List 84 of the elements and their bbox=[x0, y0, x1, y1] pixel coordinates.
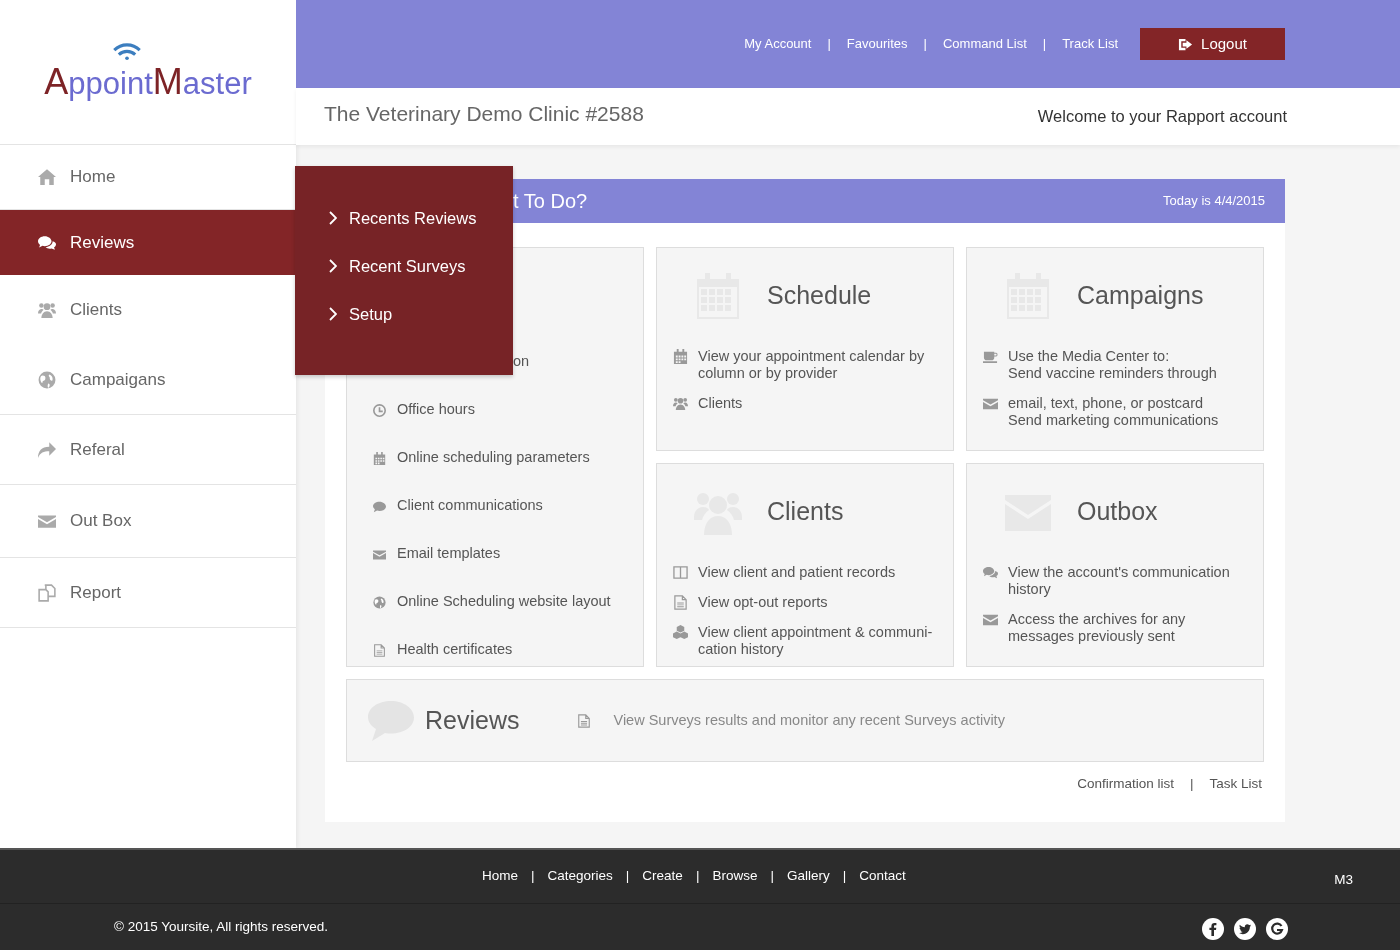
option-link[interactable]: Client communications bbox=[397, 495, 543, 517]
home-icon bbox=[38, 168, 56, 186]
speech-bubbles-icon bbox=[983, 565, 998, 580]
card-title: Schedule bbox=[767, 280, 872, 312]
text-link[interactable]: Task List bbox=[1209, 774, 1262, 795]
flyout-item[interactable]: Recent Surveys bbox=[295, 242, 513, 290]
google-icon[interactable] bbox=[1266, 916, 1288, 938]
globe-icon bbox=[373, 595, 386, 609]
card-title: Reviews bbox=[425, 704, 520, 736]
columns-icon bbox=[673, 565, 688, 580]
separator: | bbox=[923, 35, 927, 54]
sidebar-item[interactable]: Report bbox=[0, 558, 296, 628]
globe-icon bbox=[38, 370, 56, 389]
footer-link[interactable]: Categories bbox=[547, 866, 613, 887]
panel-title: t To Do? bbox=[513, 189, 588, 214]
date-text: Today is 4/4/2015 bbox=[1163, 192, 1265, 211]
copyright-text: © 2015 Yoursite, All rights reserved. bbox=[114, 917, 329, 936]
calendar-icon bbox=[673, 349, 688, 364]
separator: | bbox=[625, 867, 630, 886]
footer-link[interactable]: Contact bbox=[859, 866, 906, 887]
twitter-bird-icon[interactable] bbox=[1234, 916, 1256, 938]
card-item[interactable]: View client and patient records bbox=[698, 564, 896, 581]
option-link[interactable]: Health certificates bbox=[397, 639, 513, 661]
separator: | bbox=[842, 867, 847, 886]
clinic-title: The Veterinary Demo Clinic #2588 bbox=[324, 100, 644, 127]
speech-bubble-icon bbox=[373, 499, 386, 513]
card-title: Campaigns bbox=[1077, 280, 1204, 312]
envelope-icon bbox=[983, 612, 998, 627]
card-item[interactable]: View the account's communication history bbox=[1008, 564, 1251, 598]
card-item[interactable]: email, text, phone, or postcard Send marketing communications bbox=[1008, 395, 1219, 429]
card-item[interactable]: Access the archives for any messages previously sent bbox=[1008, 611, 1251, 645]
envelope-icon bbox=[38, 512, 56, 530]
separator: | bbox=[531, 867, 535, 886]
card-item[interactable]: Use the Media Center to: Send vaccine reminders through bbox=[1008, 348, 1217, 382]
footer-link[interactable]: Gallery bbox=[786, 866, 830, 887]
facebook-icon[interactable] bbox=[1202, 916, 1224, 938]
welcome-text: Welcome to your Rapport account bbox=[1037, 106, 1287, 128]
envelope-icon bbox=[983, 396, 998, 411]
chevron-icon bbox=[329, 307, 337, 321]
option-link[interactable]: Email templates bbox=[397, 543, 501, 565]
flyout-item[interactable]: Recents Reviews bbox=[295, 194, 513, 242]
version-label: M3 bbox=[1334, 871, 1353, 889]
card-item[interactable]: View opt-out reports bbox=[698, 594, 828, 611]
people-icon bbox=[38, 301, 56, 319]
document-icon bbox=[673, 595, 688, 610]
envelope-icon bbox=[373, 547, 386, 561]
sidebar-item[interactable]: Clients bbox=[0, 275, 296, 345]
cubes-icon bbox=[673, 625, 688, 640]
logout-button[interactable]: Logout bbox=[1140, 28, 1285, 60]
option-link[interactable]: Online Scheduling website layout bbox=[397, 591, 611, 613]
chevron-icon bbox=[329, 211, 337, 225]
calendar-icon bbox=[373, 451, 386, 465]
separator: | bbox=[1042, 35, 1047, 54]
logo: AppointMaster bbox=[44, 41, 252, 103]
separator: | bbox=[695, 867, 700, 886]
separator: | bbox=[827, 35, 831, 54]
option-link[interactable]: on bbox=[513, 351, 530, 373]
document-icon bbox=[577, 713, 592, 728]
copy-icon bbox=[38, 583, 56, 602]
card-item[interactable]: Clients bbox=[698, 395, 743, 412]
footer-link[interactable]: Home bbox=[482, 866, 518, 887]
card-title: Clients bbox=[767, 496, 844, 528]
sidebar-item[interactable]: Referal bbox=[0, 415, 296, 485]
sidebar-item[interactable]: Out Box bbox=[0, 485, 296, 558]
footer-link[interactable]: Browse bbox=[712, 866, 758, 887]
card-item[interactable]: View your appointment calendar by column or by provider bbox=[698, 348, 941, 382]
document-icon bbox=[373, 643, 386, 657]
separator: | bbox=[1189, 775, 1194, 793]
separator: | bbox=[770, 867, 774, 886]
curved-arrow-icon bbox=[38, 440, 56, 459]
chevron-icon bbox=[329, 259, 337, 273]
sidebar-item[interactable]: Reviews bbox=[0, 210, 296, 275]
exit-icon bbox=[1178, 36, 1194, 52]
text-link[interactable]: Confirmation list bbox=[1077, 774, 1174, 795]
option-link[interactable]: Online scheduling parameters bbox=[397, 447, 590, 469]
card-title: Outbox bbox=[1077, 496, 1158, 528]
clock-icon bbox=[373, 403, 386, 417]
speech-bubbles-icon bbox=[38, 233, 56, 252]
footer-link[interactable]: Create bbox=[642, 866, 683, 887]
card-item[interactable]: View client appointment & communi-cation history bbox=[698, 624, 941, 658]
cup-icon bbox=[983, 349, 998, 364]
flyout-item[interactable]: Setup bbox=[295, 290, 513, 338]
people-icon bbox=[673, 396, 688, 411]
option-link[interactable]: Office hours bbox=[397, 399, 475, 421]
